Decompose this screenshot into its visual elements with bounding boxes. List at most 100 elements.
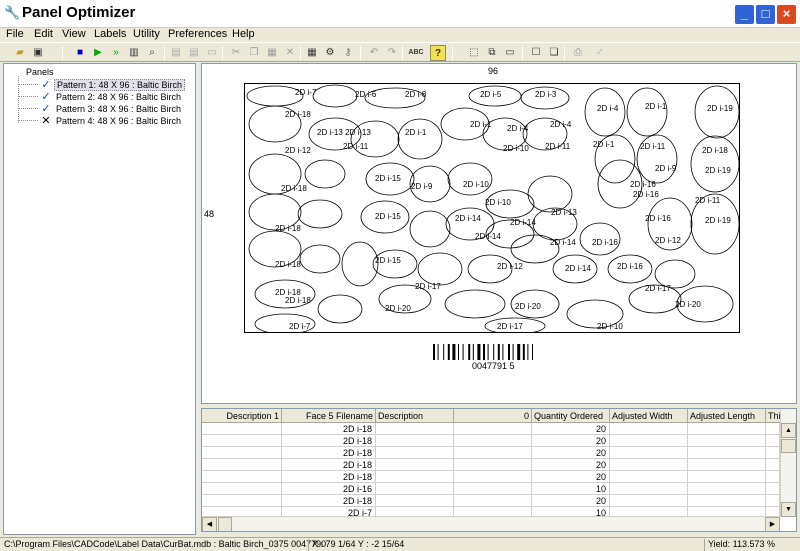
table-row[interactable]: 2D i-16 10 bbox=[202, 483, 780, 495]
zoom-icon[interactable]: ⌕ bbox=[144, 45, 160, 61]
layout3-icon[interactable]: ▭ bbox=[204, 45, 220, 61]
table-cell[interactable] bbox=[766, 423, 780, 435]
layout1-icon[interactable]: ▤ bbox=[168, 45, 184, 61]
table-cell[interactable] bbox=[766, 447, 780, 459]
run-icon[interactable]: ▶ bbox=[90, 45, 106, 61]
table-cell[interactable] bbox=[766, 435, 780, 447]
delete-icon[interactable]: ✕ bbox=[282, 45, 298, 61]
table-cell[interactable] bbox=[376, 423, 454, 435]
table-cell[interactable]: 2D i-18 bbox=[282, 459, 376, 471]
key-icon[interactable]: ⚷ bbox=[340, 45, 356, 61]
windows-icon[interactable]: ❏ bbox=[546, 45, 562, 61]
tree-item-pattern-3[interactable]: ✓ Pattern 3: 48 X 96 : Baltic Birch bbox=[40, 102, 183, 115]
column-header-adjusted-length[interactable]: Adjusted Length bbox=[688, 409, 766, 423]
menu-labels[interactable]: Labels bbox=[94, 28, 126, 40]
table-cell[interactable] bbox=[454, 447, 532, 459]
table-cell[interactable] bbox=[688, 435, 766, 447]
menu-edit[interactable]: Edit bbox=[34, 28, 53, 40]
nested-panel[interactable]: 2D i-7 2D i-6 2D i-8 2D i-5 2D i-3 2D i-4 2D i… bbox=[244, 83, 740, 333]
layout-canvas[interactable]: 96 48 2D i-7 2D i-6 2D i-8 2D i-5 2D i-3… bbox=[201, 63, 797, 404]
table-cell[interactable]: 20 bbox=[532, 423, 610, 435]
table-cell[interactable] bbox=[376, 471, 454, 483]
layout2-icon[interactable]: ▤ bbox=[186, 45, 202, 61]
vertical-scrollbar[interactable]: ▲ ▼ bbox=[780, 409, 796, 517]
table-cell[interactable] bbox=[202, 447, 282, 459]
chart-icon[interactable]: ▥ bbox=[126, 45, 142, 61]
table-row[interactable]: 2D i-18 20 bbox=[202, 447, 780, 459]
table-row[interactable]: 2D i-18 20 bbox=[202, 459, 780, 471]
stop-icon[interactable]: ■ bbox=[72, 45, 88, 61]
column-header-face5-filename[interactable]: Face 5 Filename bbox=[282, 409, 376, 423]
select-icon[interactable]: ⬚ bbox=[466, 45, 482, 61]
table-cell[interactable] bbox=[454, 471, 532, 483]
table-cell[interactable] bbox=[610, 447, 688, 459]
spellcheck-icon[interactable]: ABC bbox=[408, 45, 424, 61]
table-cell[interactable] bbox=[610, 483, 688, 495]
scroll-down-icon[interactable]: ▼ bbox=[781, 502, 796, 517]
table-cell[interactable]: 20 bbox=[532, 471, 610, 483]
table-cell[interactable] bbox=[202, 483, 282, 495]
scroll-thumb-horizontal[interactable] bbox=[218, 517, 232, 531]
table-cell[interactable] bbox=[202, 435, 282, 447]
cut-icon[interactable]: ✂ bbox=[228, 45, 244, 61]
table-cell[interactable]: 20 bbox=[532, 435, 610, 447]
window-icon[interactable]: ☐ bbox=[528, 45, 544, 61]
copy-icon[interactable]: ❐ bbox=[246, 45, 262, 61]
table-cell[interactable]: 2D i-18 bbox=[282, 435, 376, 447]
frame-icon[interactable]: ▭ bbox=[502, 45, 518, 61]
table-cell[interactable]: 2D i-18 bbox=[282, 495, 376, 507]
table-cell[interactable] bbox=[766, 483, 780, 495]
table-cell[interactable] bbox=[610, 495, 688, 507]
table-cell[interactable] bbox=[688, 447, 766, 459]
scroll-left-icon[interactable]: ◀ bbox=[202, 517, 217, 531]
column-header-quantity-ordered[interactable]: Quantity Ordered bbox=[532, 409, 610, 423]
column-header-zero[interactable]: 0 bbox=[454, 409, 532, 423]
maximize-button[interactable]: □ bbox=[755, 4, 776, 25]
paste-icon[interactable]: ▦ bbox=[264, 45, 280, 61]
table-row[interactable]: 2D i-18 20 bbox=[202, 471, 780, 483]
menu-help[interactable]: Help bbox=[232, 28, 255, 40]
scroll-up-icon[interactable]: ▲ bbox=[781, 423, 796, 438]
properties-icon[interactable]: ▦ bbox=[304, 45, 320, 61]
redo-icon[interactable]: ↷ bbox=[384, 45, 400, 61]
column-header-description1[interactable]: Description 1 bbox=[202, 409, 282, 423]
horizontal-scrollbar[interactable]: ◀ ▶ bbox=[202, 516, 780, 531]
menu-view[interactable]: View bbox=[62, 28, 86, 40]
table-cell[interactable]: 2D i-18 bbox=[282, 471, 376, 483]
checkmark-icon[interactable]: ✓ bbox=[592, 45, 608, 61]
table-cell[interactable]: 2D i-18 bbox=[282, 447, 376, 459]
table-cell[interactable] bbox=[766, 495, 780, 507]
table-cell[interactable] bbox=[766, 459, 780, 471]
table-cell[interactable] bbox=[376, 459, 454, 471]
table-cell[interactable] bbox=[610, 471, 688, 483]
table-cell[interactable] bbox=[766, 471, 780, 483]
table-cell[interactable] bbox=[610, 435, 688, 447]
settings-icon[interactable]: ⚙ bbox=[322, 45, 338, 61]
table-cell[interactable] bbox=[454, 495, 532, 507]
save-icon[interactable]: ▣ bbox=[30, 45, 46, 61]
table-cell[interactable] bbox=[454, 435, 532, 447]
table-cell[interactable] bbox=[610, 423, 688, 435]
print-icon[interactable]: ⎙ bbox=[570, 45, 586, 61]
table-row[interactable]: 2D i-18 20 bbox=[202, 495, 780, 507]
table-cell[interactable] bbox=[202, 423, 282, 435]
menu-utility[interactable]: Utility bbox=[133, 28, 160, 40]
tree-root-panels[interactable]: Panels bbox=[26, 67, 54, 77]
close-button[interactable]: × bbox=[776, 4, 797, 25]
table-cell[interactable] bbox=[376, 435, 454, 447]
table-cell[interactable] bbox=[202, 495, 282, 507]
group-icon[interactable]: ⧉ bbox=[484, 45, 500, 61]
help-icon[interactable]: ? bbox=[430, 45, 446, 61]
table-cell[interactable]: 20 bbox=[532, 447, 610, 459]
minimize-button[interactable]: _ bbox=[734, 4, 755, 25]
open-icon[interactable]: ▰ bbox=[12, 45, 28, 61]
scroll-thumb[interactable] bbox=[781, 439, 796, 453]
table-cell[interactable] bbox=[454, 459, 532, 471]
table-cell[interactable]: 2D i-16 bbox=[282, 483, 376, 495]
table-row[interactable]: 2D i-18 20 bbox=[202, 435, 780, 447]
table-cell[interactable] bbox=[202, 471, 282, 483]
table-cell[interactable] bbox=[202, 459, 282, 471]
column-header-description[interactable]: Description bbox=[376, 409, 454, 423]
table-cell[interactable]: 10 bbox=[532, 483, 610, 495]
tree-item-pattern-2[interactable]: ✓ Pattern 2: 48 X 96 : Baltic Birch bbox=[40, 90, 183, 103]
